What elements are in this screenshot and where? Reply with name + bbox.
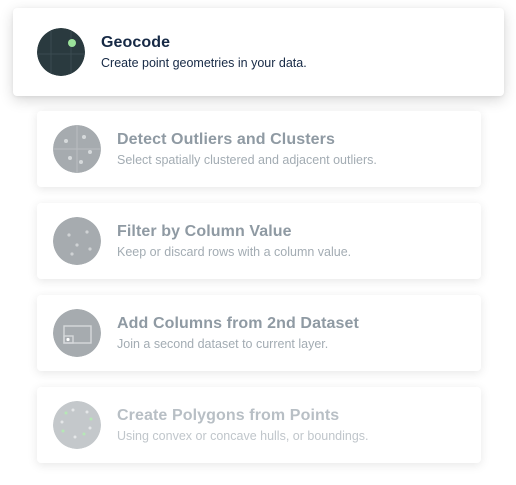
join-dataset-icon bbox=[53, 309, 101, 357]
option-description: Select spatially clustered and adjacent … bbox=[117, 153, 377, 167]
option-title: Create Polygons from Points bbox=[117, 407, 340, 424]
option-text: Geocode Create point geometries in your … bbox=[101, 33, 307, 71]
option-card-filter-column[interactable]: Filter by Column Value Keep or discard r… bbox=[37, 203, 481, 279]
polygons-points-icon bbox=[53, 401, 101, 449]
analysis-option-list: Geocode Create point geometries in your … bbox=[0, 0, 516, 485]
option-card-outliers-clusters[interactable]: Detect Outliers and Clusters Select spat… bbox=[37, 111, 481, 187]
option-text: Filter by Column Value Keep or discard r… bbox=[117, 222, 351, 260]
option-text: Add Columns from 2nd Dataset Join a seco… bbox=[117, 314, 359, 352]
option-description: Using convex or concave hulls, or boundi… bbox=[117, 429, 369, 443]
option-description: Keep or discard rows with a column value… bbox=[117, 245, 352, 259]
outliers-clusters-icon bbox=[53, 125, 101, 173]
option-description: Join a second dataset to current layer. bbox=[117, 337, 329, 351]
option-title: Add Columns from 2nd Dataset bbox=[117, 315, 359, 332]
option-title: Filter by Column Value bbox=[117, 223, 292, 240]
option-text: Create Polygons from Points Using convex… bbox=[117, 406, 369, 444]
option-card-geocode[interactable]: Geocode Create point geometries in your … bbox=[13, 8, 504, 96]
option-title: Detect Outliers and Clusters bbox=[117, 131, 335, 148]
option-text: Detect Outliers and Clusters Select spat… bbox=[117, 130, 377, 168]
option-card-join-dataset[interactable]: Add Columns from 2nd Dataset Join a seco… bbox=[37, 295, 481, 371]
filter-column-icon bbox=[53, 217, 101, 265]
option-description: Create point geometries in your data. bbox=[101, 56, 307, 70]
option-title: Geocode bbox=[101, 34, 171, 51]
option-card-polygons-points[interactable]: Create Polygons from Points Using convex… bbox=[37, 387, 481, 463]
geocode-icon bbox=[37, 28, 85, 76]
